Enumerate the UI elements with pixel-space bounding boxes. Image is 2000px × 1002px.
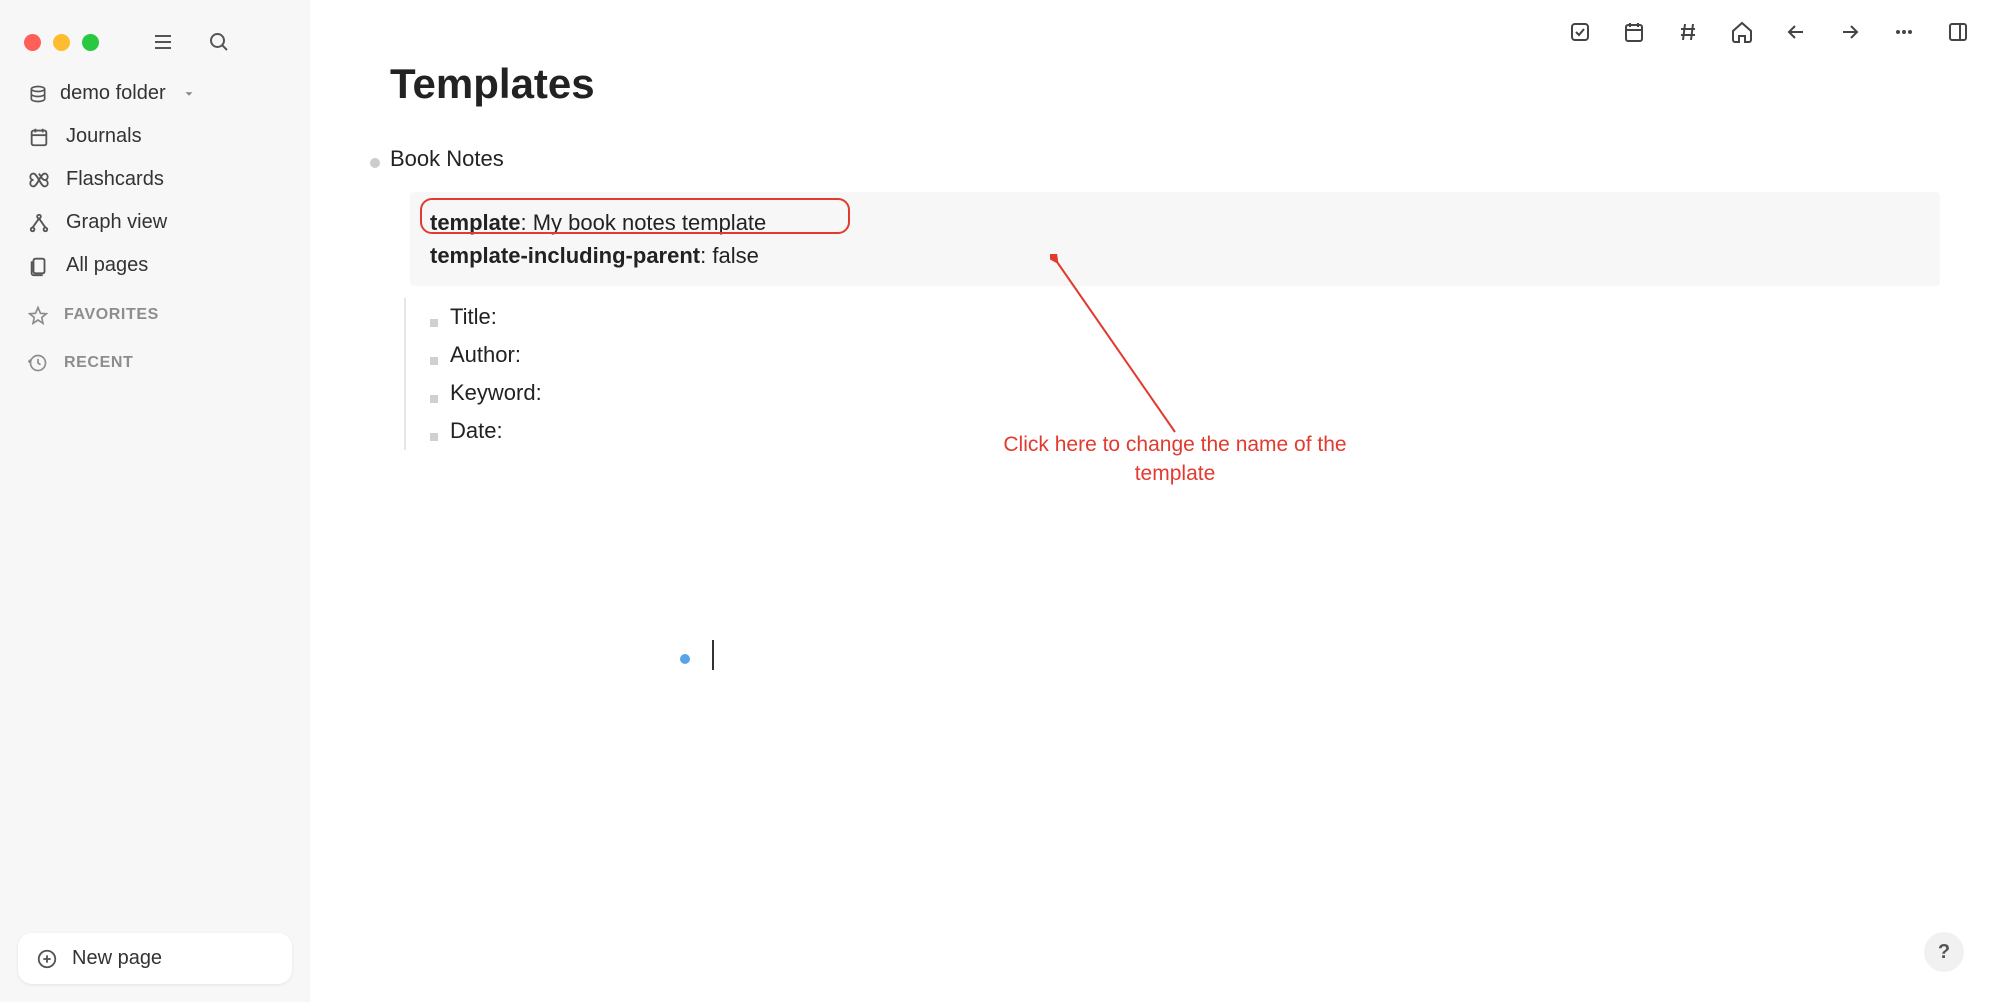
home-icon[interactable] xyxy=(1728,18,1756,46)
sidebar-item-label: Journals xyxy=(66,125,142,148)
template-prop-line[interactable]: template: My book notes template xyxy=(430,206,1920,239)
prop-key-parent: template-including-parent xyxy=(430,243,700,268)
folder-selector[interactable]: demo folder xyxy=(0,56,310,115)
annotation-arrow xyxy=(1050,254,1180,434)
main-content: Templates Book Notes template: My book n… xyxy=(310,0,2000,1002)
sidebar-item-graph-view[interactable]: Graph view xyxy=(0,201,310,244)
field-author[interactable]: Author: xyxy=(430,336,1940,374)
forward-icon[interactable] xyxy=(1836,18,1864,46)
bullet-active-icon xyxy=(680,654,690,664)
folder-name: demo folder xyxy=(60,82,166,105)
sidebar-item-label: Graph view xyxy=(66,211,167,234)
sidebar-item-journals[interactable]: Journals xyxy=(0,115,310,158)
section-label: FAVORITES xyxy=(64,306,159,324)
history-icon xyxy=(28,353,48,373)
documents-icon xyxy=(28,255,50,277)
window-minimize-button[interactable] xyxy=(53,34,70,51)
field-title[interactable]: Title: xyxy=(430,298,1940,336)
sidebar: demo folder Journals Flashcards Graph vi… xyxy=(0,0,310,1002)
block-title[interactable]: Book Notes xyxy=(390,146,1940,172)
hash-icon[interactable] xyxy=(1674,18,1702,46)
annotation-text: Click here to change the name of the tem… xyxy=(965,430,1385,489)
new-page-label: New page xyxy=(72,947,162,970)
star-icon xyxy=(28,305,48,325)
field-label: Keyword: xyxy=(450,380,542,406)
new-page-button[interactable]: New page xyxy=(18,933,292,984)
new-block-cursor[interactable] xyxy=(680,640,714,670)
calendar-toolbar-icon[interactable] xyxy=(1620,18,1648,46)
section-label: RECENT xyxy=(64,354,133,372)
field-label: Author: xyxy=(450,342,521,368)
sidebar-item-label: All pages xyxy=(66,254,148,277)
todo-icon[interactable] xyxy=(1566,18,1594,46)
menu-icon[interactable] xyxy=(149,28,177,56)
bullet-icon xyxy=(430,433,438,441)
prop-value-parent: : false xyxy=(700,243,759,268)
bullet-icon xyxy=(430,319,438,327)
sidebar-item-flashcards[interactable]: Flashcards xyxy=(0,158,310,201)
window-controls xyxy=(0,0,310,56)
infinity-icon xyxy=(28,169,50,191)
section-recent[interactable]: RECENT xyxy=(0,335,310,383)
search-icon[interactable] xyxy=(205,28,233,56)
prop-key-template: template xyxy=(430,210,520,235)
field-label: Title: xyxy=(450,304,497,330)
database-icon xyxy=(28,84,48,104)
bullet-icon xyxy=(370,158,380,168)
more-icon[interactable] xyxy=(1890,18,1918,46)
bullet-icon xyxy=(430,357,438,365)
caret xyxy=(712,640,714,670)
prop-value-template: : My book notes template xyxy=(520,210,766,235)
bullet-icon xyxy=(430,395,438,403)
calendar-icon xyxy=(28,126,50,148)
graph-icon xyxy=(28,212,50,234)
help-label: ? xyxy=(1938,941,1950,964)
page-title[interactable]: Templates xyxy=(390,60,1940,108)
window-maximize-button[interactable] xyxy=(82,34,99,51)
field-keyword[interactable]: Keyword: xyxy=(430,374,1940,412)
chevron-down-icon xyxy=(182,87,196,101)
toolbar xyxy=(1566,18,1972,46)
window-close-button[interactable] xyxy=(24,34,41,51)
sidebar-item-label: Flashcards xyxy=(66,168,164,191)
sidebar-item-all-pages[interactable]: All pages xyxy=(0,244,310,287)
section-favorites[interactable]: FAVORITES xyxy=(0,287,310,335)
field-label: Date: xyxy=(450,418,503,444)
right-panel-icon[interactable] xyxy=(1944,18,1972,46)
help-button[interactable]: ? xyxy=(1924,932,1964,972)
plus-circle-icon xyxy=(36,948,58,970)
back-icon[interactable] xyxy=(1782,18,1810,46)
